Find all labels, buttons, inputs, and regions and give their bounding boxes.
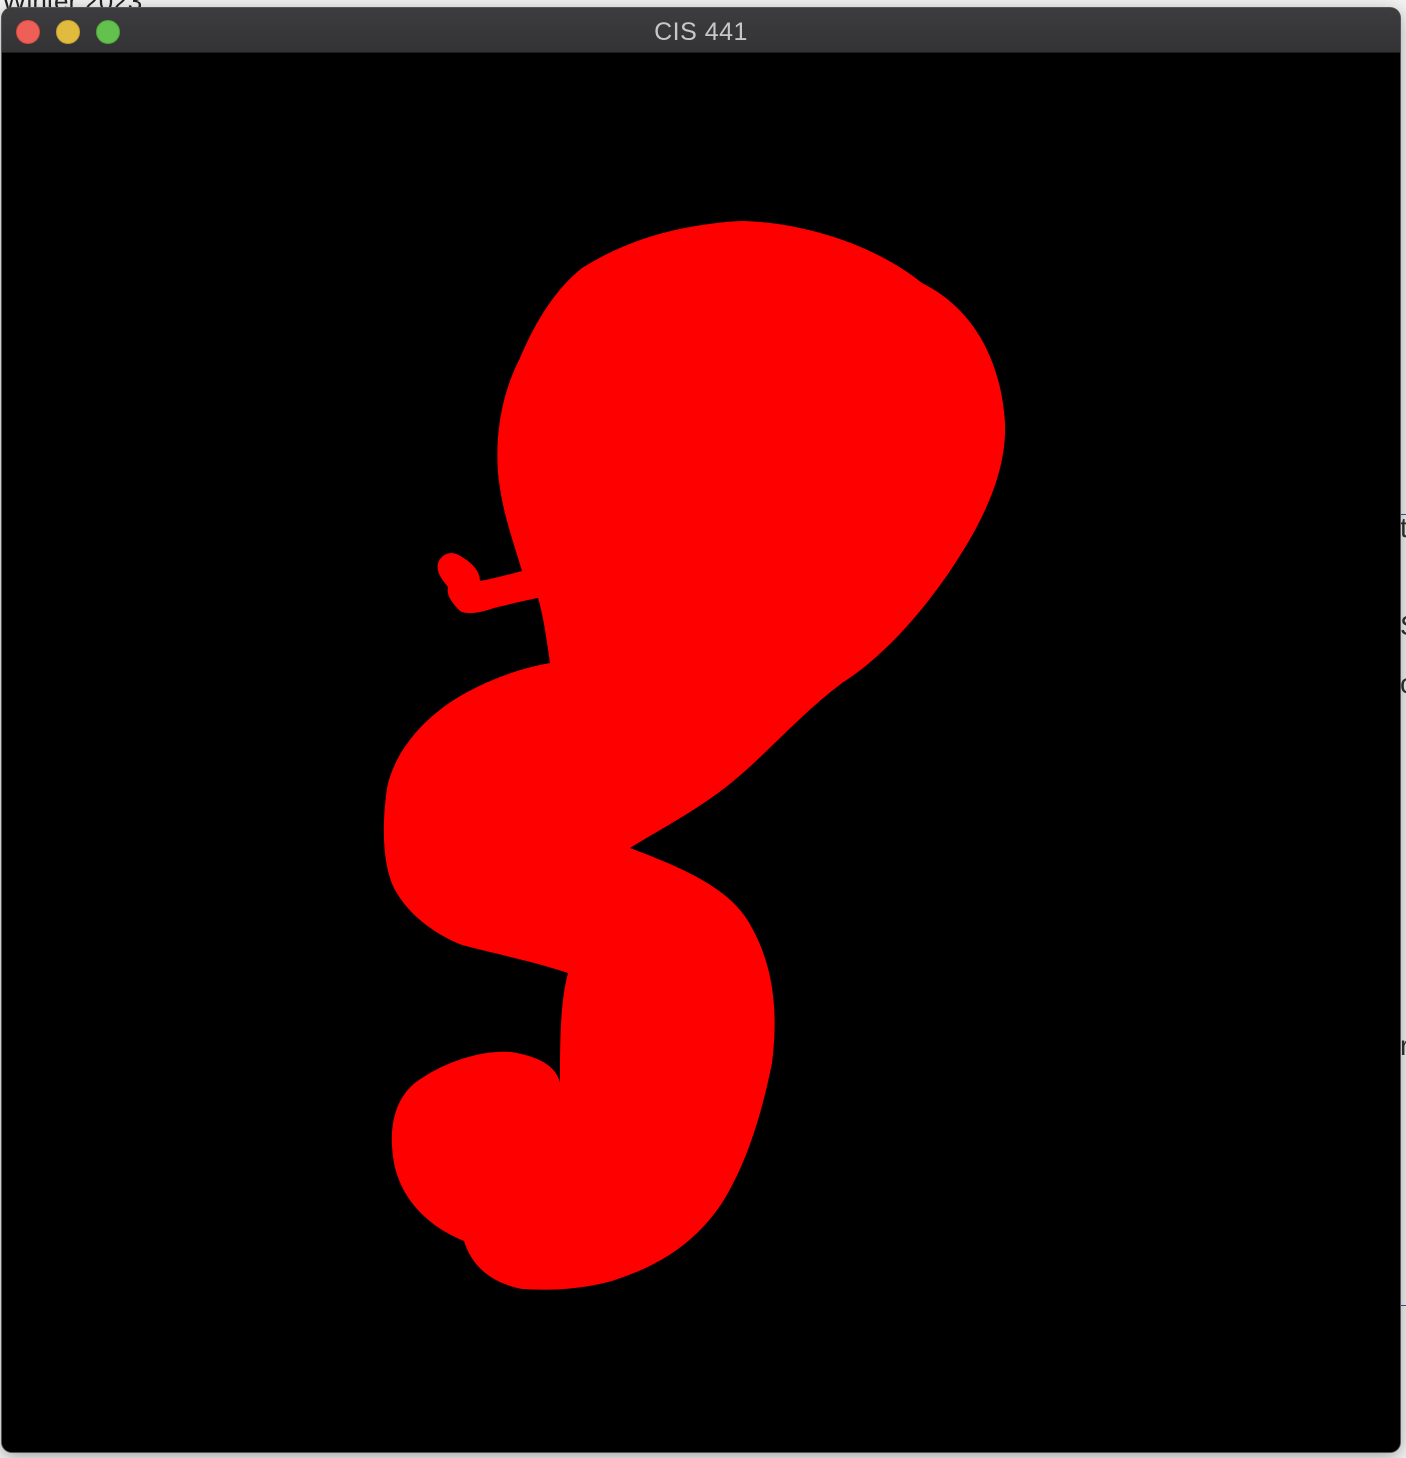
background-edge-glyph: S [1400, 610, 1406, 642]
window-titlebar[interactable]: CIS 441 [2, 8, 1400, 53]
render-canvas[interactable] [2, 53, 1400, 1452]
render-canvas-drawing [2, 53, 1400, 1452]
window-title: CIS 441 [654, 18, 748, 46]
background-edge-glyph: r [1400, 1030, 1406, 1061]
app-window: CIS 441 [2, 8, 1400, 1452]
background-edge-glyph: t [1400, 512, 1406, 543]
background-edge-glyph: c [1400, 668, 1406, 700]
